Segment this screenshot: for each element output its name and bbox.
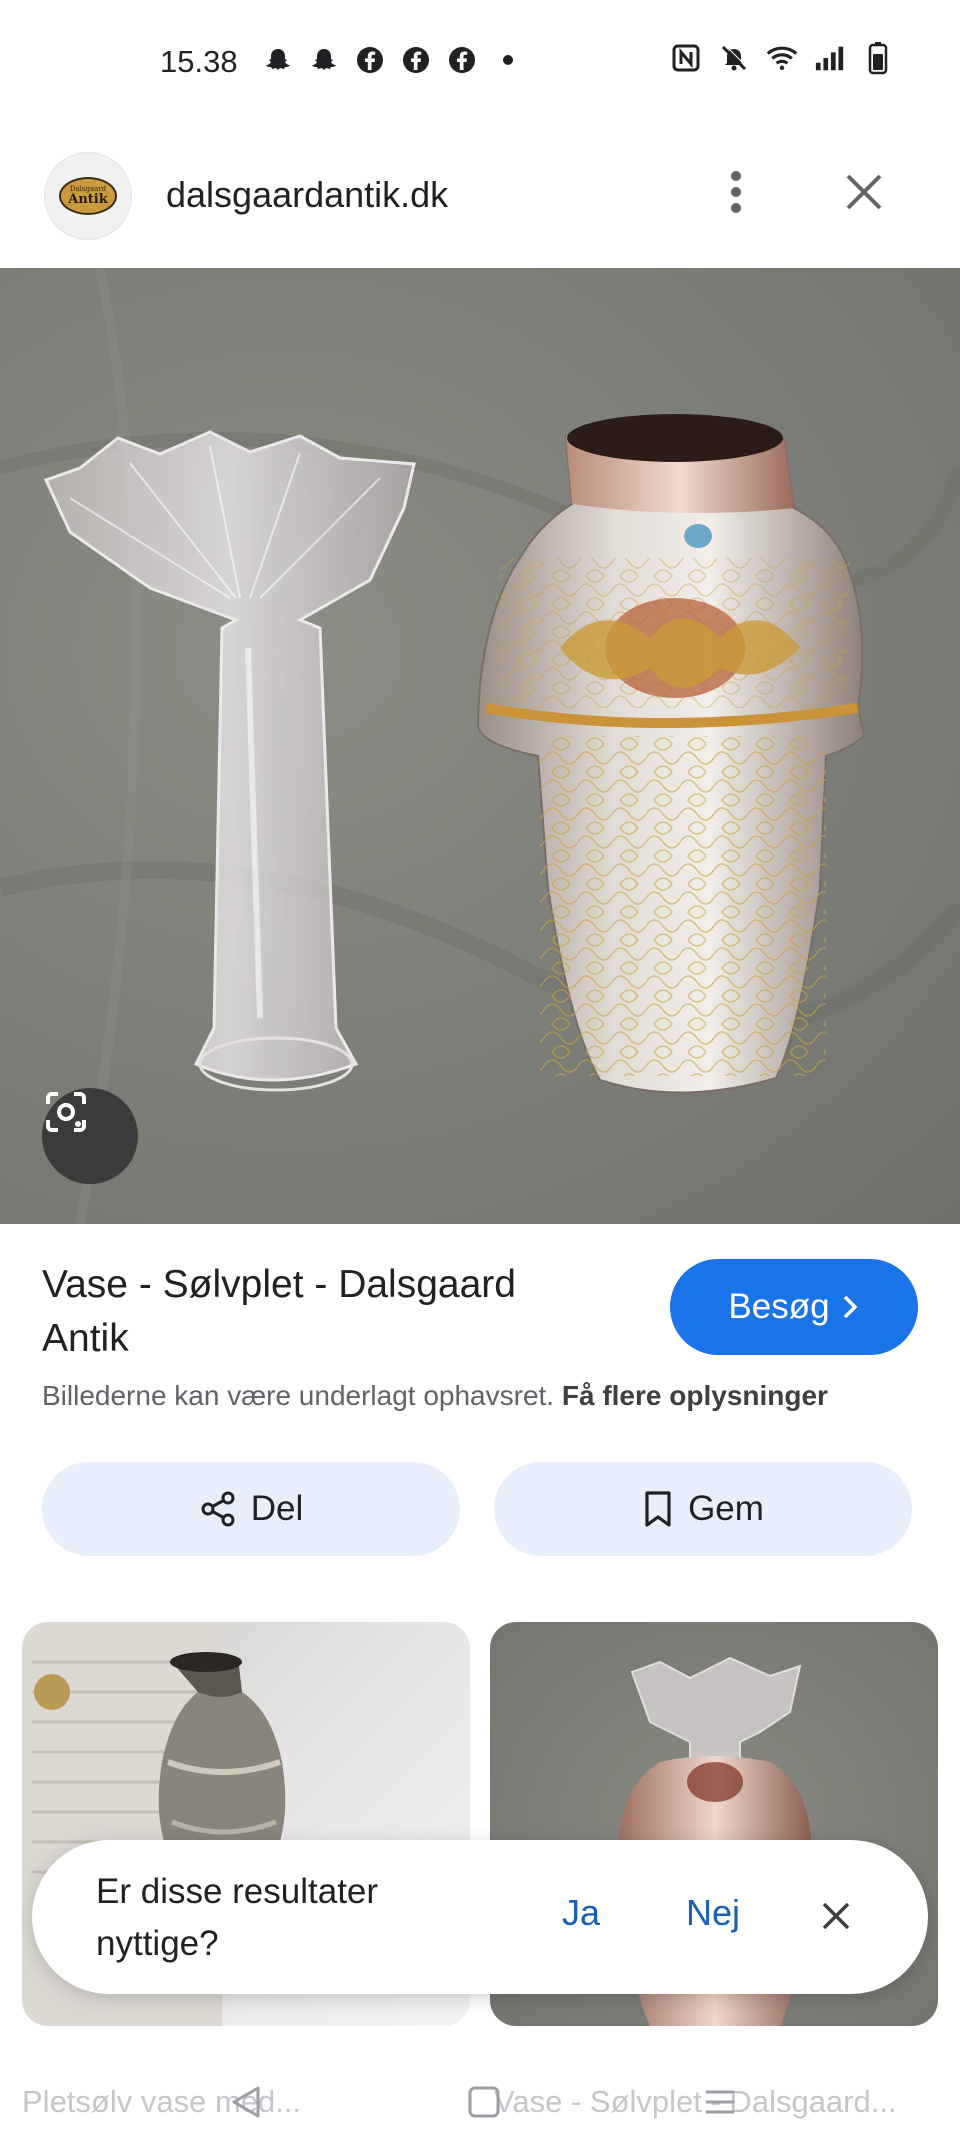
logo-text-big: Antik <box>68 192 108 207</box>
recents-icon <box>706 2090 734 2114</box>
chevron-right-icon <box>843 1295 858 1319</box>
share-button[interactable]: Del <box>42 1462 460 1556</box>
system-icons <box>670 42 894 75</box>
facebook-icon <box>446 44 478 76</box>
save-button[interactable]: Gem <box>494 1462 912 1556</box>
main-image[interactable] <box>0 268 960 1224</box>
nav-recents-button[interactable] <box>690 2072 750 2132</box>
nav-home-button[interactable] <box>454 2072 514 2132</box>
google-lens-icon <box>46 1092 86 1132</box>
close-icon <box>822 1902 850 1930</box>
share-icon <box>201 1491 235 1527</box>
facebook-icon <box>354 44 386 76</box>
visit-label: Besøg <box>728 1287 830 1326</box>
dot-icon <box>492 44 524 76</box>
system-nav-bar <box>0 2064 960 2144</box>
visit-button[interactable]: Besøg <box>670 1259 918 1355</box>
vase-photo <box>0 268 960 1224</box>
more-vert-icon <box>731 171 741 213</box>
nfc-icon <box>670 42 702 74</box>
facebook-icon <box>400 44 432 76</box>
copyright-notice: Billederne kan være underlagt ophavsret.… <box>42 1380 828 1412</box>
mute-icon <box>718 42 750 74</box>
feedback-close-button[interactable] <box>810 1890 862 1942</box>
notification-icons <box>262 44 524 76</box>
feedback-prompt: Er disse resultater nyttige? Ja Nej <box>32 1840 928 1994</box>
nav-back-button[interactable] <box>216 2072 276 2132</box>
home-square-icon <box>468 2086 500 2118</box>
site-logo[interactable]: Dalsgaard Antik <box>44 152 132 240</box>
signal-icon <box>814 42 846 74</box>
more-options-button[interactable] <box>712 160 760 224</box>
feedback-question: Er disse resultater nyttige? <box>96 1872 379 1963</box>
snapchat-icon <box>262 44 294 76</box>
save-label: Gem <box>688 1489 764 1528</box>
battery-icon <box>862 42 894 75</box>
status-bar: 15.38 <box>0 0 960 120</box>
result-title: Vase - Sølvplet - Dalsgaard Antik <box>42 1263 516 1360</box>
wifi-icon <box>766 42 798 74</box>
logo-badge: Dalsgaard Antik <box>59 177 117 215</box>
lens-search-button[interactable] <box>42 1088 138 1184</box>
back-triangle-icon <box>232 2086 260 2118</box>
site-domain[interactable]: dalsgaardantik.dk <box>166 174 448 216</box>
feedback-no-button[interactable]: Nej <box>686 1892 740 1934</box>
bookmark-icon <box>645 1491 671 1527</box>
copyright-text: Billederne kan være underlagt ophavsret. <box>42 1380 555 1411</box>
share-label: Del <box>250 1489 304 1528</box>
snapchat-icon <box>308 44 340 76</box>
close-button[interactable] <box>836 164 892 220</box>
status-time: 15.38 <box>160 44 238 79</box>
close-icon <box>846 174 882 210</box>
site-header: Dalsgaard Antik dalsgaardantik.dk <box>0 140 960 268</box>
more-info-link[interactable]: Få flere oplysninger <box>562 1380 828 1411</box>
feedback-yes-button[interactable]: Ja <box>562 1892 600 1934</box>
